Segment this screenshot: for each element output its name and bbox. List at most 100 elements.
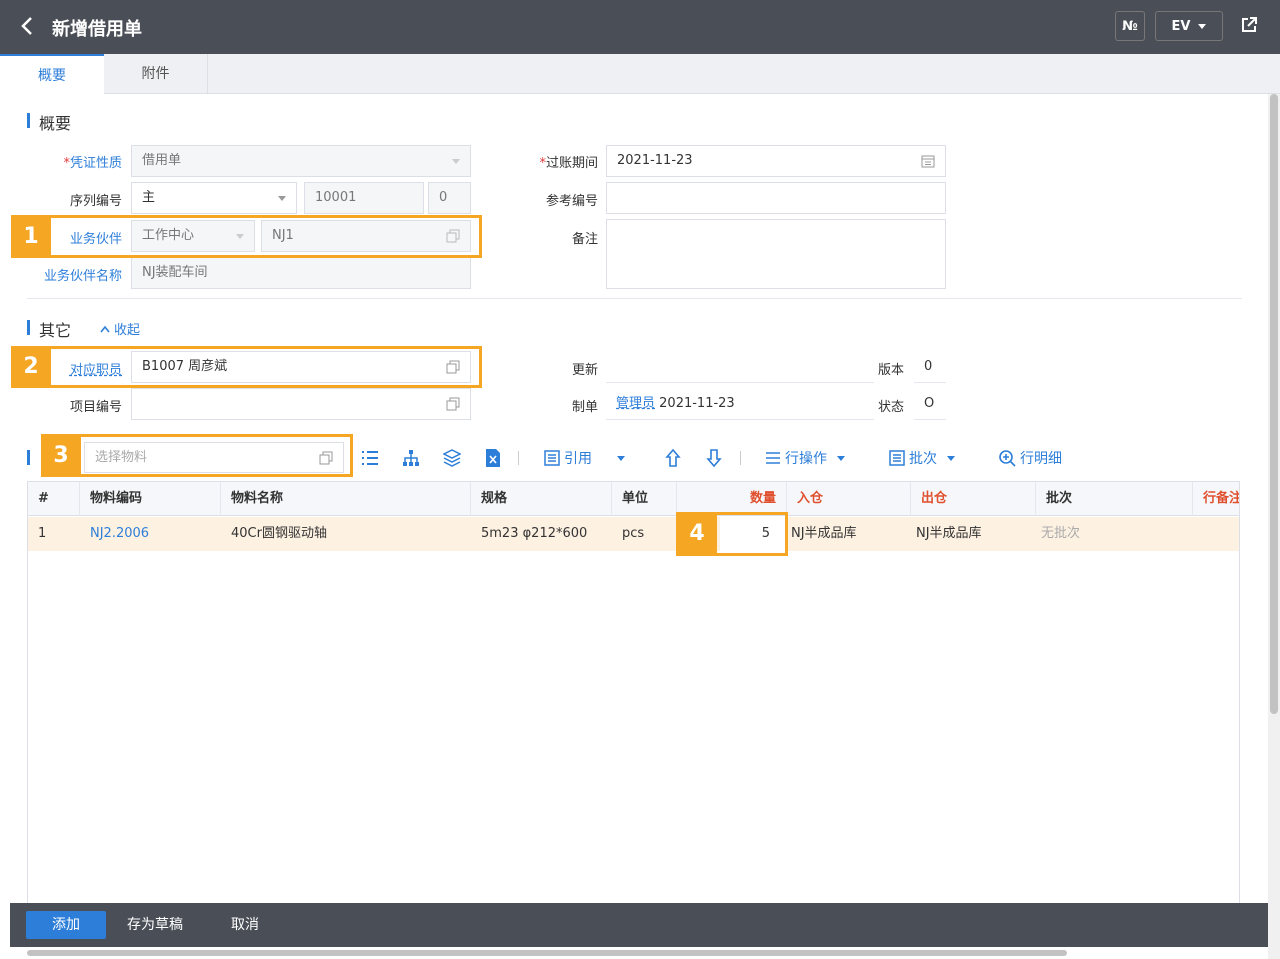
row-index: 1 <box>38 526 47 541</box>
page-title: 新增借用单 <box>52 19 142 40</box>
layers-icon[interactable] <box>443 449 461 467</box>
col-in-warehouse: 入仓 <box>787 482 911 516</box>
language-dropdown[interactable]: EV <box>1155 11 1223 41</box>
collapse-label: 收起 <box>114 323 141 338</box>
row-unit: pcs <box>622 526 645 541</box>
callout-badge-4: 4 <box>677 514 717 554</box>
chevron-down-icon <box>947 455 955 461</box>
callout-frame-2 <box>11 346 482 388</box>
col-remark: 行备注 <box>1203 491 1240 506</box>
section-divider <box>27 298 1242 299</box>
row-detail-button[interactable]: 行明细 <box>998 448 1062 468</box>
vertical-scrollbar[interactable] <box>1268 94 1280 959</box>
creator-date: 2021-11-23 <box>659 396 735 411</box>
calendar-icon[interactable] <box>921 154 935 168</box>
row-ops-button[interactable]: 行操作 <box>765 448 845 468</box>
serial-number-field: 10001 <box>304 182 424 214</box>
ref-no-input[interactable] <box>606 182 946 214</box>
creator-label: 制单 <box>571 400 598 415</box>
row-ops-label: 行操作 <box>785 451 827 467</box>
tab-attachments[interactable]: 附件 <box>104 54 208 94</box>
menu-icon <box>766 452 780 464</box>
callout-frame-3 <box>41 434 353 477</box>
update-value <box>606 351 874 383</box>
update-label: 更新 <box>571 363 598 378</box>
serial-select[interactable]: 主 <box>131 182 297 214</box>
hierarchy-icon[interactable] <box>402 449 420 467</box>
batch-icon <box>889 450 905 466</box>
reference-button[interactable]: 引用 <box>544 448 592 468</box>
scrollbar-thumb[interactable] <box>1270 94 1278 714</box>
creator-field: 管理员 2021-11-23 <box>606 388 874 420</box>
move-down-icon[interactable] <box>706 448 722 468</box>
serial-label: 序列编号 <box>69 194 122 209</box>
horizontal-scrollbar[interactable] <box>27 950 1067 956</box>
chevron-down-icon <box>837 455 845 461</box>
toolbar-separator <box>518 451 519 465</box>
save-draft-button[interactable]: 存为草稿 <box>120 911 190 939</box>
items-grid: # 物料编码 物料名称 规格 单位 数量 入仓 出仓 批次 行备注 1 NJ2.… <box>27 481 1240 906</box>
zoom-in-icon <box>999 450 1016 467</box>
col-out-warehouse: 出仓 <box>911 482 1036 516</box>
version-label: 版本 <box>878 363 905 378</box>
callout-frame-1 <box>11 215 482 258</box>
reference-label: 引用 <box>564 451 592 467</box>
voucher-type-label: 凭证性质 <box>12 152 122 171</box>
move-up-icon[interactable] <box>665 448 681 468</box>
posting-date-label: 过账期间 <box>488 152 598 171</box>
project-field[interactable] <box>131 388 471 420</box>
row-in-warehouse[interactable]: NJ半成品库 <box>781 517 857 551</box>
chevron-up-icon <box>100 325 110 332</box>
row-out-warehouse[interactable]: NJ半成品库 <box>906 517 982 551</box>
version-value: 0 <box>914 351 946 383</box>
tab-overview[interactable]: 概要 <box>0 54 104 94</box>
col-name: 物料名称 <box>221 482 471 516</box>
tab-bar: 概要 附件 <box>0 54 1280 94</box>
row-name: 40Cr圆钢驱动轴 <box>231 526 327 541</box>
add-button[interactable]: 添加 <box>26 911 106 939</box>
share-icon[interactable] <box>1240 16 1258 34</box>
callout-badge-3: 3 <box>41 436 81 476</box>
section-other-title: 其它 <box>27 317 71 341</box>
collapse-toggle[interactable]: 收起 <box>100 319 140 338</box>
chevron-down-icon[interactable] <box>617 456 625 461</box>
batch-label: 批次 <box>909 451 937 467</box>
footer-bar: 添加 存为草稿 取消 <box>10 903 1268 947</box>
status-value: O <box>914 388 946 420</box>
table-row[interactable]: 1 NJ2.2006 40Cr圆钢驱动轴 5m23 φ212*600 pcs 5… <box>28 517 1239 551</box>
serial-suffix-field: 0 <box>428 182 471 214</box>
callout-badge-1: 1 <box>11 217 51 257</box>
copy-icon[interactable] <box>446 397 460 411</box>
project-label: 项目编号 <box>69 400 122 415</box>
row-remark[interactable] <box>1193 517 1203 551</box>
row-code-link[interactable]: NJ2.2006 <box>80 517 149 551</box>
language-label: EV <box>1171 18 1191 34</box>
col-code: 物料编码 <box>80 482 221 516</box>
col-index: # <box>28 482 80 516</box>
col-batch: 批次 <box>1036 482 1193 516</box>
batch-button[interactable]: 批次 <box>889 448 955 468</box>
row-detail-label: 行明细 <box>1020 451 1062 467</box>
col-qty: 数量 <box>677 482 787 516</box>
list-icon[interactable] <box>361 450 379 466</box>
excel-icon[interactable] <box>485 448 501 468</box>
title-bar: 新增借用单 № EV <box>0 0 1280 54</box>
remark-textarea[interactable] <box>606 219 946 289</box>
col-unit: 单位 <box>612 482 677 516</box>
back-arrow-icon[interactable] <box>18 14 38 38</box>
number-button[interactable]: № <box>1115 11 1145 41</box>
partner-name-label: 业务伙伴名称 <box>43 269 122 284</box>
row-batch[interactable]: 无批次 <box>1031 517 1080 551</box>
section-overview-title: 概要 <box>27 110 71 134</box>
posting-date-value: 2021-11-23 <box>617 153 693 168</box>
ref-no-label: 参考编号 <box>545 194 598 209</box>
voucher-type-select[interactable]: 借用单 <box>131 145 471 177</box>
toolbar-separator <box>740 451 741 465</box>
cancel-button[interactable]: 取消 <box>220 911 270 939</box>
grid-header: # 物料编码 物料名称 规格 单位 数量 入仓 出仓 批次 行备注 <box>28 482 1239 516</box>
status-label: 状态 <box>878 400 905 415</box>
chevron-down-icon <box>278 196 286 201</box>
posting-date-field[interactable]: 2021-11-23 <box>606 145 946 177</box>
col-spec: 规格 <box>471 482 612 516</box>
creator-name-link[interactable]: 管理员 <box>616 396 655 411</box>
